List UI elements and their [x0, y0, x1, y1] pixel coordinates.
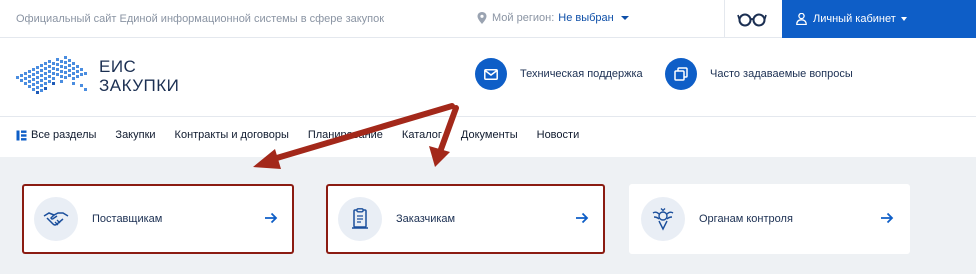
personal-cabinet-button[interactable]: Личный кабинет [782, 0, 976, 38]
nav-all-sections[interactable]: Все разделы [16, 129, 96, 141]
emblem-icon [641, 197, 685, 241]
logo-line-2: ЗАКУПКИ [99, 76, 180, 95]
nav-item-contracts[interactable]: Контракты и договоры [175, 129, 289, 141]
location-pin-icon [477, 12, 487, 24]
eis-map-logo-icon[interactable] [14, 54, 94, 98]
cabinet-label: Личный кабинет [813, 13, 896, 25]
user-icon [796, 13, 807, 25]
card-control-bodies[interactable]: Органам контроля [629, 184, 910, 254]
tech-support-label: Техническая поддержка [520, 68, 643, 80]
card-customers-label: Заказчикам [396, 213, 456, 225]
chevron-down-icon [900, 17, 907, 21]
sections-tree-icon [16, 130, 27, 140]
logo-line-1: ЕИС [99, 57, 137, 76]
mail-icon [475, 58, 507, 90]
site-caption: Официальный сайт Единой информационной с… [16, 13, 385, 25]
card-control-bodies-label: Органам контроля [699, 213, 793, 225]
card-suppliers[interactable]: Поставщикам [22, 184, 294, 254]
faq-icon [665, 58, 697, 90]
chevron-down-icon [620, 16, 629, 20]
nav-item-catalog[interactable]: Каталог [402, 129, 442, 141]
divider [0, 116, 976, 117]
accessibility-glasses-icon[interactable] [737, 11, 767, 27]
nav-all-sections-label: Все разделы [31, 129, 97, 141]
top-bar: Официальный сайт Единой информационной с… [0, 0, 976, 38]
nav-item-news[interactable]: Новости [537, 129, 580, 141]
tech-support-link[interactable]: Техническая поддержка [475, 58, 643, 90]
arrow-right-icon [576, 212, 589, 224]
region-label: Мой регион: [492, 12, 555, 24]
card-suppliers-label: Поставщикам [92, 213, 163, 225]
card-customers[interactable]: Заказчикам [326, 184, 605, 254]
document-icon [338, 197, 382, 241]
handshake-icon [34, 197, 78, 241]
region-value[interactable]: Не выбран [558, 12, 613, 24]
nav-item-planning[interactable]: Планирование [308, 129, 383, 141]
eis-logo-text[interactable]: ЕИС ЗАКУПКИ [99, 57, 179, 95]
arrow-right-icon [881, 212, 894, 224]
arrow-right-icon [265, 212, 278, 224]
region-selector[interactable]: Мой регион: Не выбран [477, 12, 629, 24]
main-nav: Все разделы Закупки Контракты и договоры… [16, 129, 598, 141]
divider [724, 0, 725, 38]
nav-item-documents[interactable]: Документы [461, 129, 518, 141]
faq-label: Часто задаваемые вопросы [710, 68, 853, 80]
nav-item-purchases[interactable]: Закупки [115, 129, 155, 141]
faq-link[interactable]: Часто задаваемые вопросы [665, 58, 853, 90]
